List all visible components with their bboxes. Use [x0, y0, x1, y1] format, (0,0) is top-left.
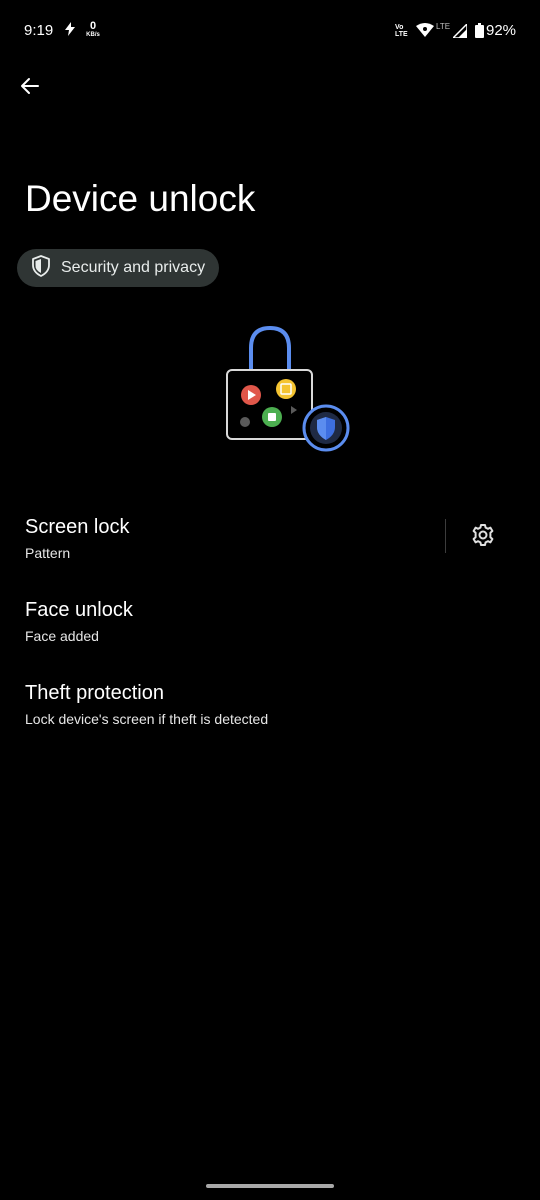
face-unlock-summary: Face added [25, 628, 99, 644]
battery-icon [475, 23, 484, 43]
theft-protection-title: Theft protection [25, 682, 164, 704]
data-speed-unit: KB/s [86, 32, 100, 38]
shield-icon [31, 254, 51, 282]
volte-line2: LTE [395, 31, 408, 38]
volte-line1: Vo [395, 24, 404, 31]
battery-percentage: 92% [486, 22, 517, 39]
device-unlock-illustration [210, 320, 360, 460]
data-speed-indicator: 0 KB/s [84, 20, 102, 39]
back-button[interactable] [12, 70, 48, 106]
screen-lock-item[interactable]: Screen lock Pattern [0, 516, 540, 576]
data-speed-value: 0 [89, 20, 97, 32]
lte-label: LTE [436, 22, 451, 31]
wifi-icon [416, 23, 434, 42]
breadcrumb-chip[interactable]: Security and privacy [17, 249, 220, 287]
page-title: Device unlock [25, 178, 256, 219]
volte-indicator: Vo LTE [395, 24, 411, 38]
screen-lock-title: Screen lock [25, 516, 130, 538]
gear-icon [471, 523, 495, 552]
screen-lock-summary: Pattern [25, 545, 71, 561]
status-time: 9:19 [24, 22, 54, 39]
face-unlock-item[interactable]: Face unlock Face added [0, 599, 540, 659]
breadcrumb-label: Security and privacy [61, 259, 206, 276]
screen-lock-divider [445, 519, 446, 553]
signal-icon [451, 22, 468, 43]
face-unlock-title: Face unlock [25, 599, 133, 621]
status-bar: 9:19 0 KB/s Vo LTE LTE 92% [0, 0, 540, 62]
gesture-nav-handle[interactable] [206, 1184, 334, 1188]
arrow-back-icon [20, 76, 40, 101]
theft-protection-item[interactable]: Theft protection Lock device's screen if… [0, 682, 540, 742]
theft-protection-summary: Lock device's screen if theft is detecte… [25, 711, 269, 727]
flash-icon [64, 22, 76, 39]
screen-lock-settings-button[interactable] [462, 516, 504, 558]
